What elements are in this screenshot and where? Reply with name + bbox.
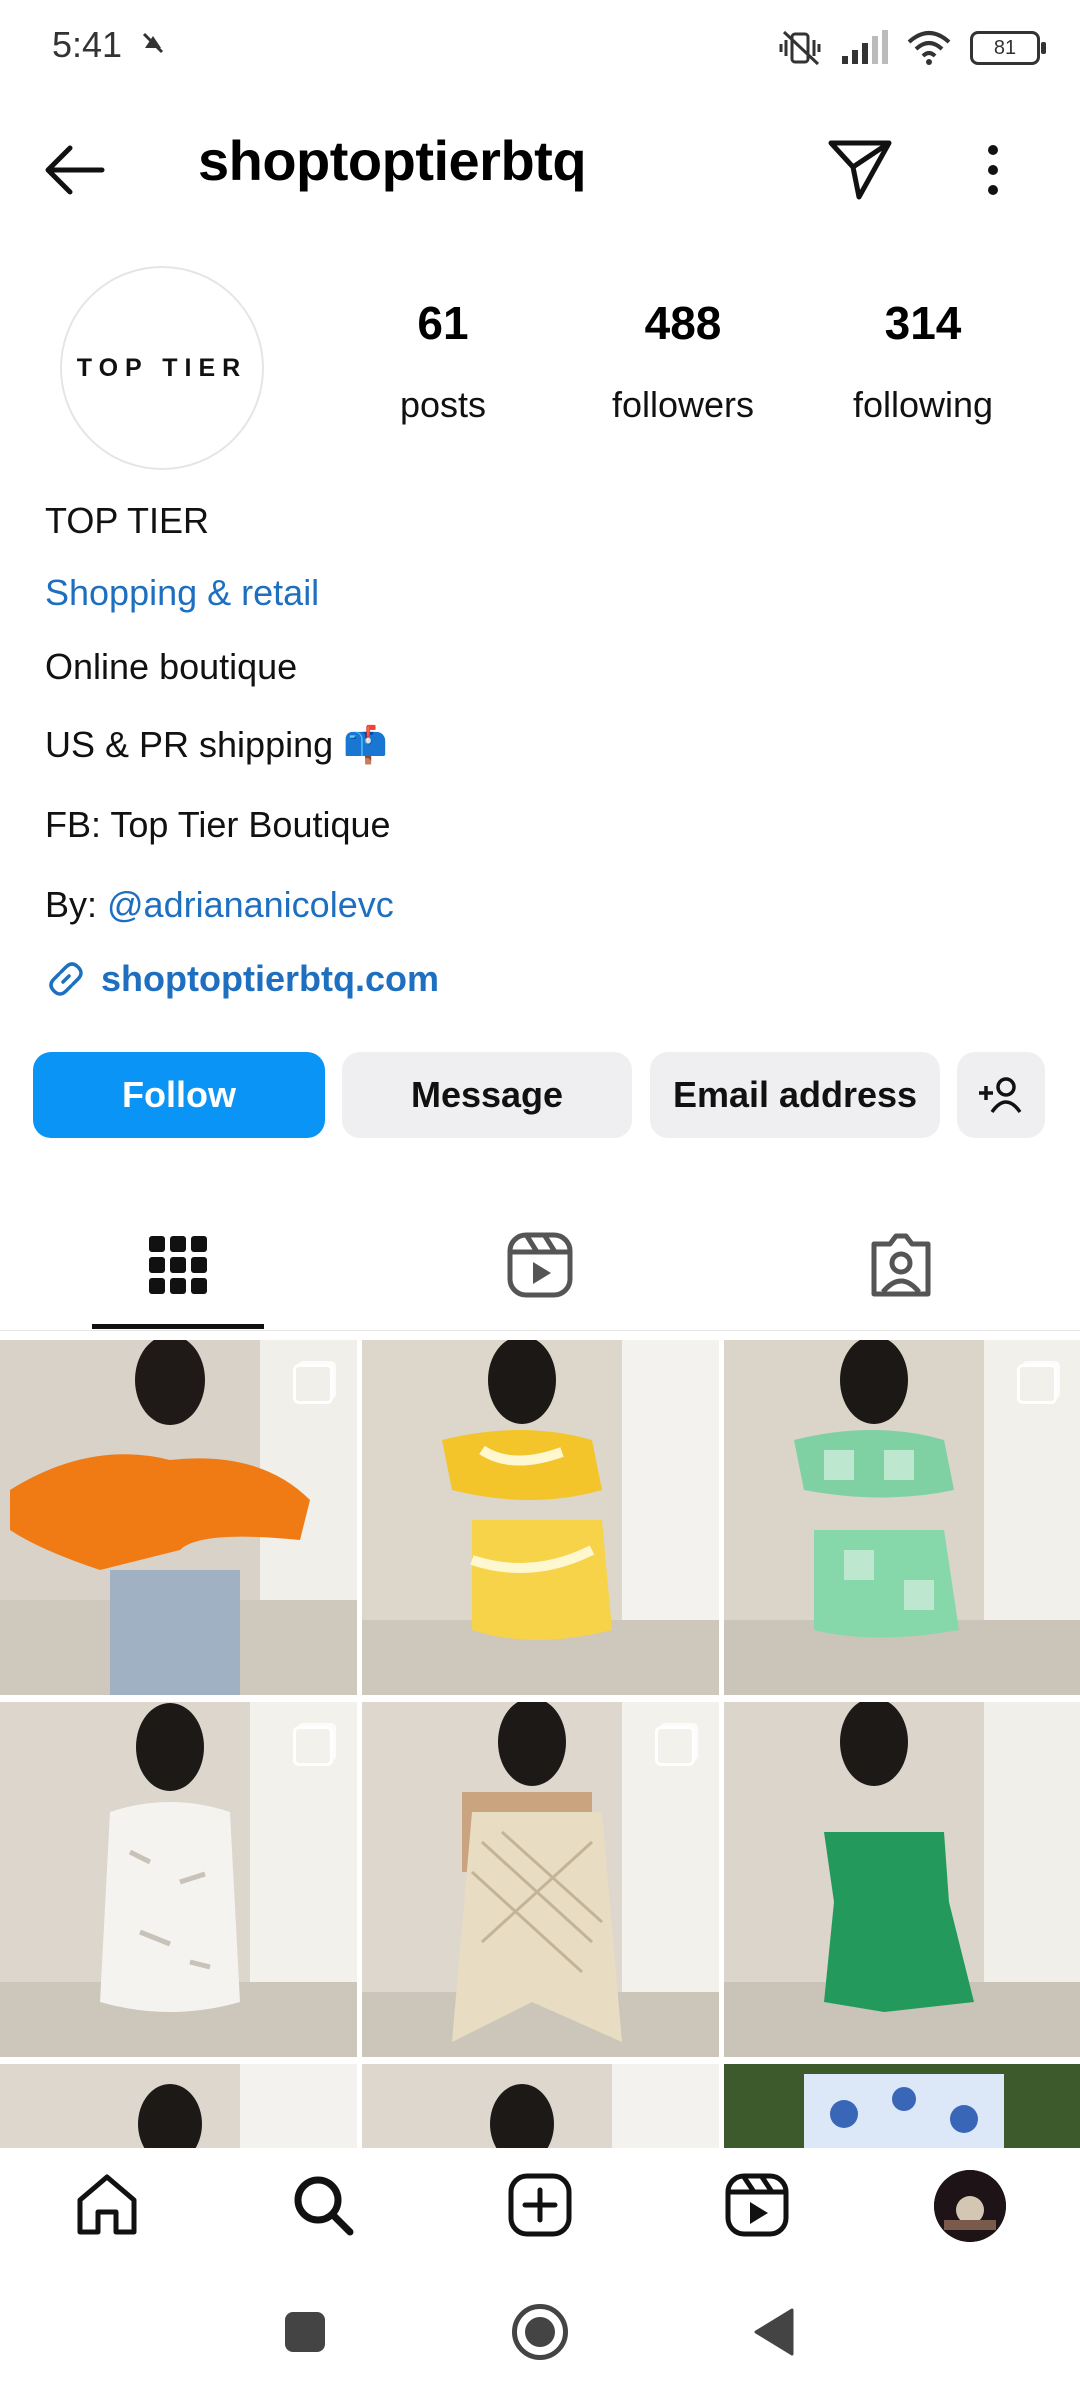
profile-display-name: TOP TIER xyxy=(45,500,210,541)
avatar-logo-text: TOP TIER xyxy=(76,353,248,382)
bio-by-line: By: @adriananicolevc xyxy=(45,884,394,926)
home-dot xyxy=(525,2317,555,2347)
reels-icon[interactable] xyxy=(722,2170,792,2240)
link-icon xyxy=(49,962,83,996)
post-image xyxy=(724,1702,1080,2057)
following-count: 314 xyxy=(884,297,962,349)
reels-tab-icon[interactable] xyxy=(505,1230,575,1300)
message-button[interactable]: Message xyxy=(342,1052,632,1138)
more-options-icon[interactable] xyxy=(975,140,1011,200)
back-system-icon[interactable] xyxy=(752,2308,796,2356)
send-message-icon[interactable] xyxy=(825,133,895,203)
posts-stat[interactable]: 61 posts xyxy=(328,296,558,426)
battery-indicator: 81 xyxy=(970,31,1046,65)
multiple-photos-icon xyxy=(293,1726,333,1766)
profile-username: shoptoptierbtq xyxy=(198,129,587,192)
signal-icon xyxy=(842,30,888,64)
website-link-text: shoptoptierbtq.com xyxy=(101,958,439,999)
notification-muted-icon xyxy=(142,32,164,54)
multiple-photos-icon xyxy=(1017,1364,1057,1404)
multiple-photos-icon xyxy=(293,1364,333,1404)
recents-button[interactable] xyxy=(285,2312,325,2352)
following-label: following xyxy=(852,384,994,425)
bio-line-2: US & PR shipping 📫 xyxy=(45,724,388,765)
post-thumbnail[interactable] xyxy=(0,2064,357,2148)
profile-category[interactable]: Shopping & retail xyxy=(45,572,319,614)
wifi-icon xyxy=(907,31,951,65)
active-tab-indicator xyxy=(92,1324,264,1329)
post-thumbnail[interactable] xyxy=(0,1340,357,1695)
post-thumbnail[interactable] xyxy=(724,2064,1080,2148)
follow-button[interactable]: Follow xyxy=(33,1052,325,1138)
tab-divider xyxy=(0,1330,1080,1331)
status-icons: 81 xyxy=(778,28,1046,68)
followers-count: 488 xyxy=(644,297,722,349)
grid-tab-icon[interactable] xyxy=(143,1230,213,1300)
post-image xyxy=(362,1340,719,1695)
add-person-icon xyxy=(979,1077,1022,1114)
profile-photo xyxy=(934,2170,1006,2242)
profile-avatar[interactable]: TOP TIER xyxy=(60,266,264,470)
post-thumbnail[interactable] xyxy=(362,1702,719,2057)
followers-label: followers xyxy=(611,384,755,425)
multiple-photos-icon xyxy=(655,1726,695,1766)
suggested-people-button[interactable] xyxy=(957,1052,1045,1138)
post-thumbnail[interactable] xyxy=(724,1340,1080,1695)
bio-by-label: By: xyxy=(45,884,108,925)
home-system-button[interactable] xyxy=(512,2304,568,2360)
bio-line-1: Online boutique xyxy=(45,646,298,687)
post-image xyxy=(724,2064,1080,2148)
vibrate-mute-icon xyxy=(779,30,821,66)
post-thumbnail[interactable] xyxy=(0,1702,357,2057)
bio-line-3: FB: Top Tier Boutique xyxy=(45,804,391,845)
bio-mention-link[interactable]: @adriananicolevc xyxy=(107,884,394,925)
email-button[interactable]: Email address xyxy=(650,1052,940,1138)
post-thumbnail[interactable] xyxy=(362,1340,719,1695)
posts-count: 61 xyxy=(417,297,469,349)
search-icon[interactable] xyxy=(288,2170,358,2240)
posts-label: posts xyxy=(399,384,487,425)
post-image xyxy=(362,2064,719,2148)
followers-stat[interactable]: 488 followers xyxy=(568,296,798,426)
create-post-icon[interactable] xyxy=(505,2170,575,2240)
tagged-tab-icon[interactable] xyxy=(866,1230,936,1300)
website-link[interactable]: shoptoptierbtq.com xyxy=(45,958,439,1000)
back-arrow-icon[interactable] xyxy=(40,140,110,200)
home-icon[interactable] xyxy=(72,2170,142,2240)
post-thumbnail[interactable] xyxy=(724,1702,1080,2057)
profile-avatar-nav[interactable] xyxy=(934,2170,1006,2242)
post-image xyxy=(0,2064,357,2148)
following-stat[interactable]: 314 following xyxy=(808,296,1038,426)
status-time: 5:41 xyxy=(52,24,123,65)
post-thumbnail[interactable] xyxy=(362,2064,719,2148)
